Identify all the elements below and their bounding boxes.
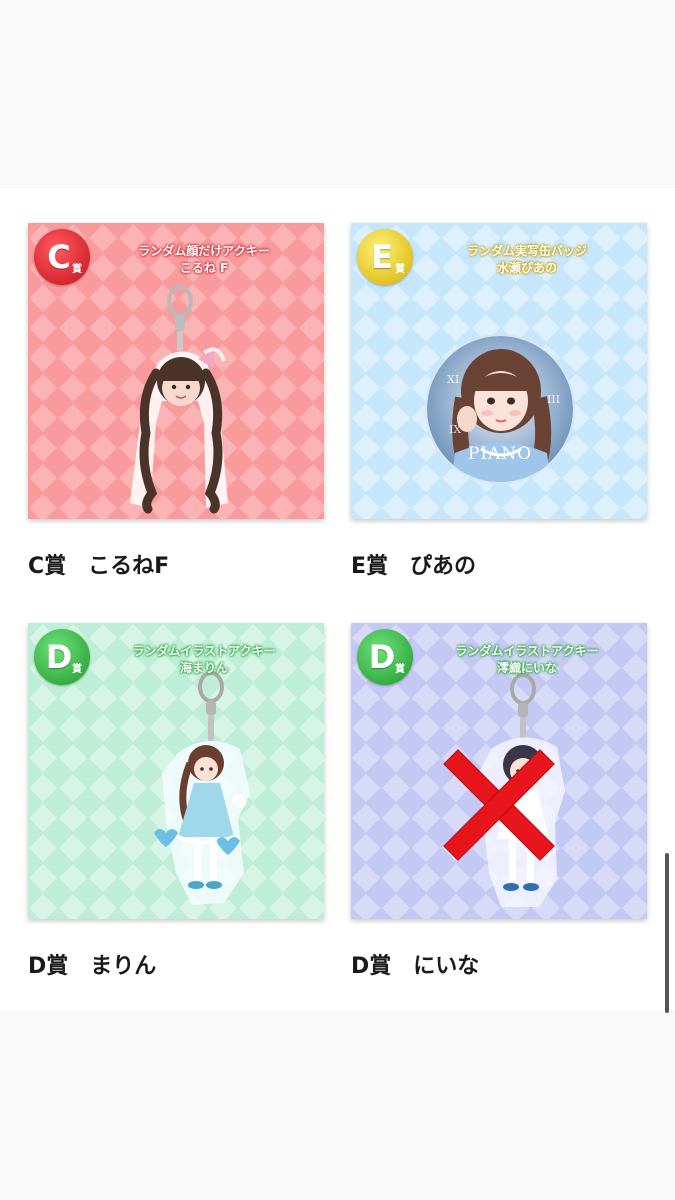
- prize-rank-badge: D 賞: [357, 629, 413, 685]
- svg-text:XI: XI: [447, 373, 459, 386]
- prize-rank-badge: D 賞: [34, 629, 90, 685]
- prize-card-d-niina[interactable]: D 賞 ランダムイラストアクキー 澪織にいな: [351, 623, 647, 919]
- card-title-line2: 水瀬ぴあの: [496, 261, 557, 275]
- card-title: ランダム実写缶バッジ 水瀬ぴあの: [413, 243, 641, 277]
- card-title-line2: こるね F: [179, 261, 229, 275]
- prize-caption-d-marin: D賞 まりん: [28, 954, 157, 979]
- card-title-line1: ランダムイラストアクキー: [132, 644, 276, 658]
- card-title: ランダム顔だけアクキー こるね F: [90, 243, 318, 277]
- top-blank-area: [0, 0, 675, 188]
- card-title: ランダムイラストアクキー 澪織にいな: [413, 643, 641, 677]
- prize-rank-badge: E 賞: [357, 229, 413, 285]
- prize-card-d-marin[interactable]: D 賞 ランダムイラストアクキー 海まりん: [28, 623, 324, 919]
- vertical-scrollbar[interactable]: [665, 853, 669, 1013]
- card-title-line1: ランダムイラストアクキー: [455, 644, 599, 658]
- card-title-line1: ランダム顔だけアクキー: [138, 244, 270, 258]
- card-title-line2: 海まりん: [179, 661, 228, 675]
- prize-caption-d-niina: D賞 にいな: [351, 954, 480, 979]
- bottom-blank-area: [0, 1010, 675, 1200]
- prize-caption-e: E賞 ぴあの: [351, 554, 477, 579]
- card-title-line1: ランダム実写缶バッジ: [466, 244, 587, 258]
- prize-card-e[interactable]: XI III IX PIANO E 賞 ランダム実写缶バッジ 水瀬ぴあの: [351, 223, 647, 519]
- card-title: ランダムイラストアクキー 海まりん: [90, 643, 318, 677]
- prize-caption-c: C賞 こるねF: [28, 554, 170, 579]
- svg-text:IX: IX: [449, 423, 461, 436]
- svg-text:III: III: [547, 393, 560, 406]
- prize-rank-badge: C 賞: [34, 229, 90, 285]
- prize-card-c[interactable]: C 賞 ランダム顔だけアクキー こるね F: [28, 223, 324, 519]
- card-title-line2: 澪織にいな: [496, 661, 557, 675]
- can-badge-print: PIANO: [468, 444, 532, 464]
